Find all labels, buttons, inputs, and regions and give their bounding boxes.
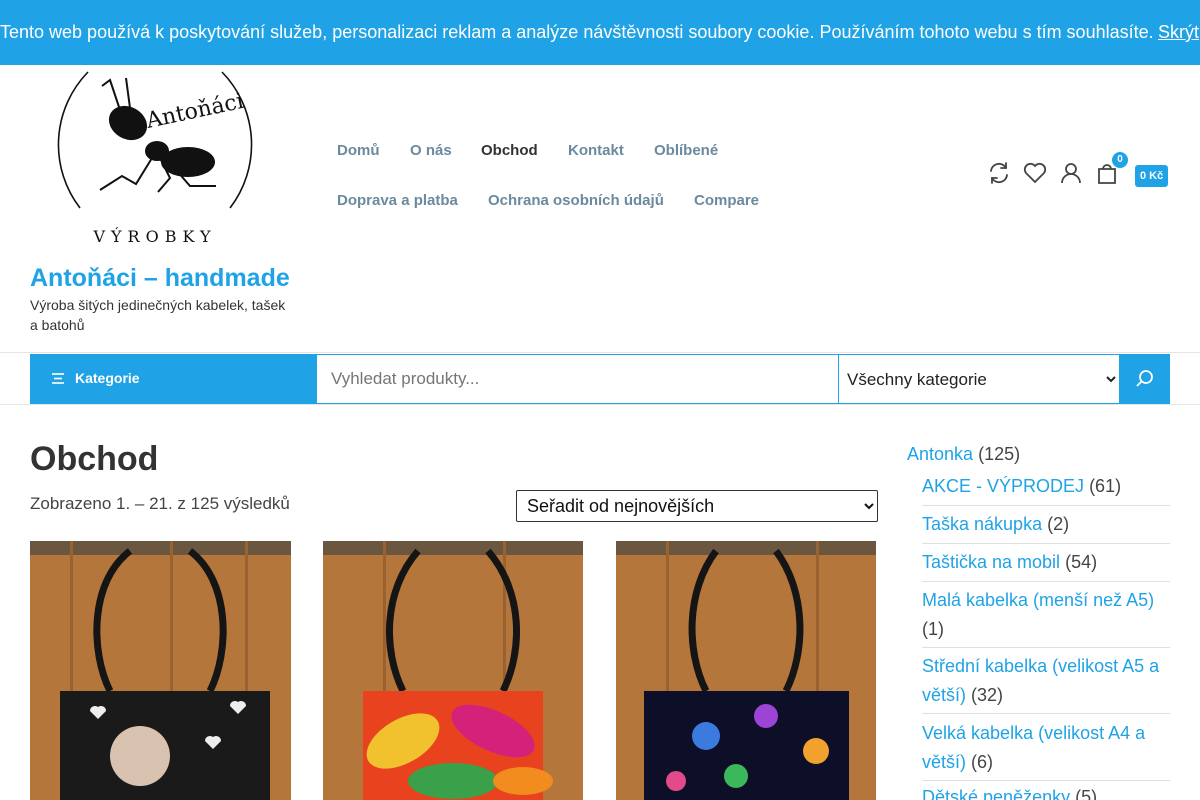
menu-icon <box>51 372 65 390</box>
category-link[interactable]: AKCE - VÝPRODEJ <box>922 476 1084 496</box>
cookie-notice-text: Tento web používá k poskytování služeb, … <box>0 22 1154 42</box>
category-item: Střední kabelka (velikost A5 a větší) (3… <box>922 652 1170 710</box>
site-title[interactable]: Antoňáci – handmade <box>30 264 290 293</box>
search-icon <box>1136 370 1153 387</box>
category-count: (5) <box>1075 787 1098 800</box>
page-title: Obchod <box>30 440 159 478</box>
category-item: Malá kabelka (menší než A5) (1) <box>922 586 1170 644</box>
categories-button[interactable]: Kategorie <box>30 354 316 404</box>
site-logo[interactable]: Antoňáci VÝROBKY <box>40 58 270 258</box>
category-count: (32) <box>971 685 1004 705</box>
product-search-input[interactable] <box>316 354 838 404</box>
header-divider <box>0 352 1200 353</box>
heart-icon[interactable] <box>1022 160 1048 186</box>
cookie-notice-bar: Tento web používá k poskytování služeb, … <box>0 0 1200 65</box>
category-divider <box>922 505 1170 506</box>
category-item: Dětské peněženky (5) <box>922 783 1170 800</box>
category-item: Velká kabelka (velikost A4 a větší) (6) <box>922 719 1170 777</box>
cookie-hide-link[interactable]: Skrýt <box>1158 0 1199 65</box>
search-category-select[interactable]: Všechny kategorie <box>838 354 1120 404</box>
category-item-parent: Antonka (125) <box>907 440 1020 469</box>
menu-item-privacy[interactable]: Ochrana osobních údajů <box>488 192 664 209</box>
search-bar-divider <box>0 404 1200 405</box>
category-link[interactable]: Taštička na mobil <box>922 552 1060 572</box>
logo-text: Antoňáci <box>143 89 246 134</box>
cart-total[interactable]: 0 Kč <box>1135 165 1169 187</box>
user-icon[interactable] <box>1058 160 1084 186</box>
category-count: (2) <box>1047 514 1070 534</box>
category-divider <box>922 543 1170 544</box>
menu-item-favorites[interactable]: Oblíbené <box>654 142 718 159</box>
product-card[interactable] <box>30 541 291 800</box>
compare-icon[interactable] <box>986 160 1012 186</box>
orderby-select[interactable]: Seřadit od nejnovějších <box>516 490 878 522</box>
product-image <box>30 541 291 800</box>
menu-item-contact[interactable]: Kontakt <box>568 142 624 159</box>
cart-count-badge: 0 <box>1112 152 1128 168</box>
category-link[interactable]: Dětské peněženky <box>922 787 1070 800</box>
category-link[interactable]: Taška nákupka <box>922 514 1042 534</box>
site-description: Výroba šitých jedinečných kabelek, tašek… <box>30 297 286 333</box>
category-item: AKCE - VÝPRODEJ (61) <box>922 472 1170 501</box>
category-link[interactable]: Velká kabelka (velikost A4 a větší) <box>922 723 1145 772</box>
category-count: (125) <box>978 444 1021 464</box>
category-count: (54) <box>1065 552 1098 572</box>
product-card[interactable] <box>616 541 877 800</box>
category-count: (6) <box>971 752 994 772</box>
search-button[interactable] <box>1119 354 1170 404</box>
category-divider <box>922 780 1170 781</box>
category-divider <box>922 647 1170 648</box>
category-count: (1) <box>922 619 944 639</box>
menu-item-compare[interactable]: Compare <box>694 192 759 209</box>
category-item: Taška nákupka (2) <box>922 510 1170 539</box>
category-link[interactable]: Malá kabelka (menší než A5) <box>922 590 1154 610</box>
product-image <box>616 541 876 800</box>
product-image <box>323 541 583 800</box>
menu-item-shop[interactable]: Obchod <box>481 142 538 159</box>
category-item: Taštička na mobil (54) <box>922 548 1170 577</box>
logo-subtext: VÝROBKY <box>92 226 216 246</box>
category-count: (61) <box>1089 476 1122 496</box>
product-card[interactable] <box>323 541 584 800</box>
result-count: Zobrazeno 1. – 21. z 125 výsledků <box>30 494 290 513</box>
category-link[interactable]: Antonka <box>907 444 973 464</box>
category-divider <box>922 581 1170 582</box>
category-divider <box>922 713 1170 714</box>
category-link[interactable]: Střední kabelka (velikost A5 a větší) <box>922 656 1159 705</box>
menu-item-about[interactable]: O nás <box>410 142 452 159</box>
menu-item-home[interactable]: Domů <box>337 142 380 159</box>
menu-item-shipping[interactable]: Doprava a platba <box>337 192 458 209</box>
categories-button-label: Kategorie <box>75 370 140 386</box>
